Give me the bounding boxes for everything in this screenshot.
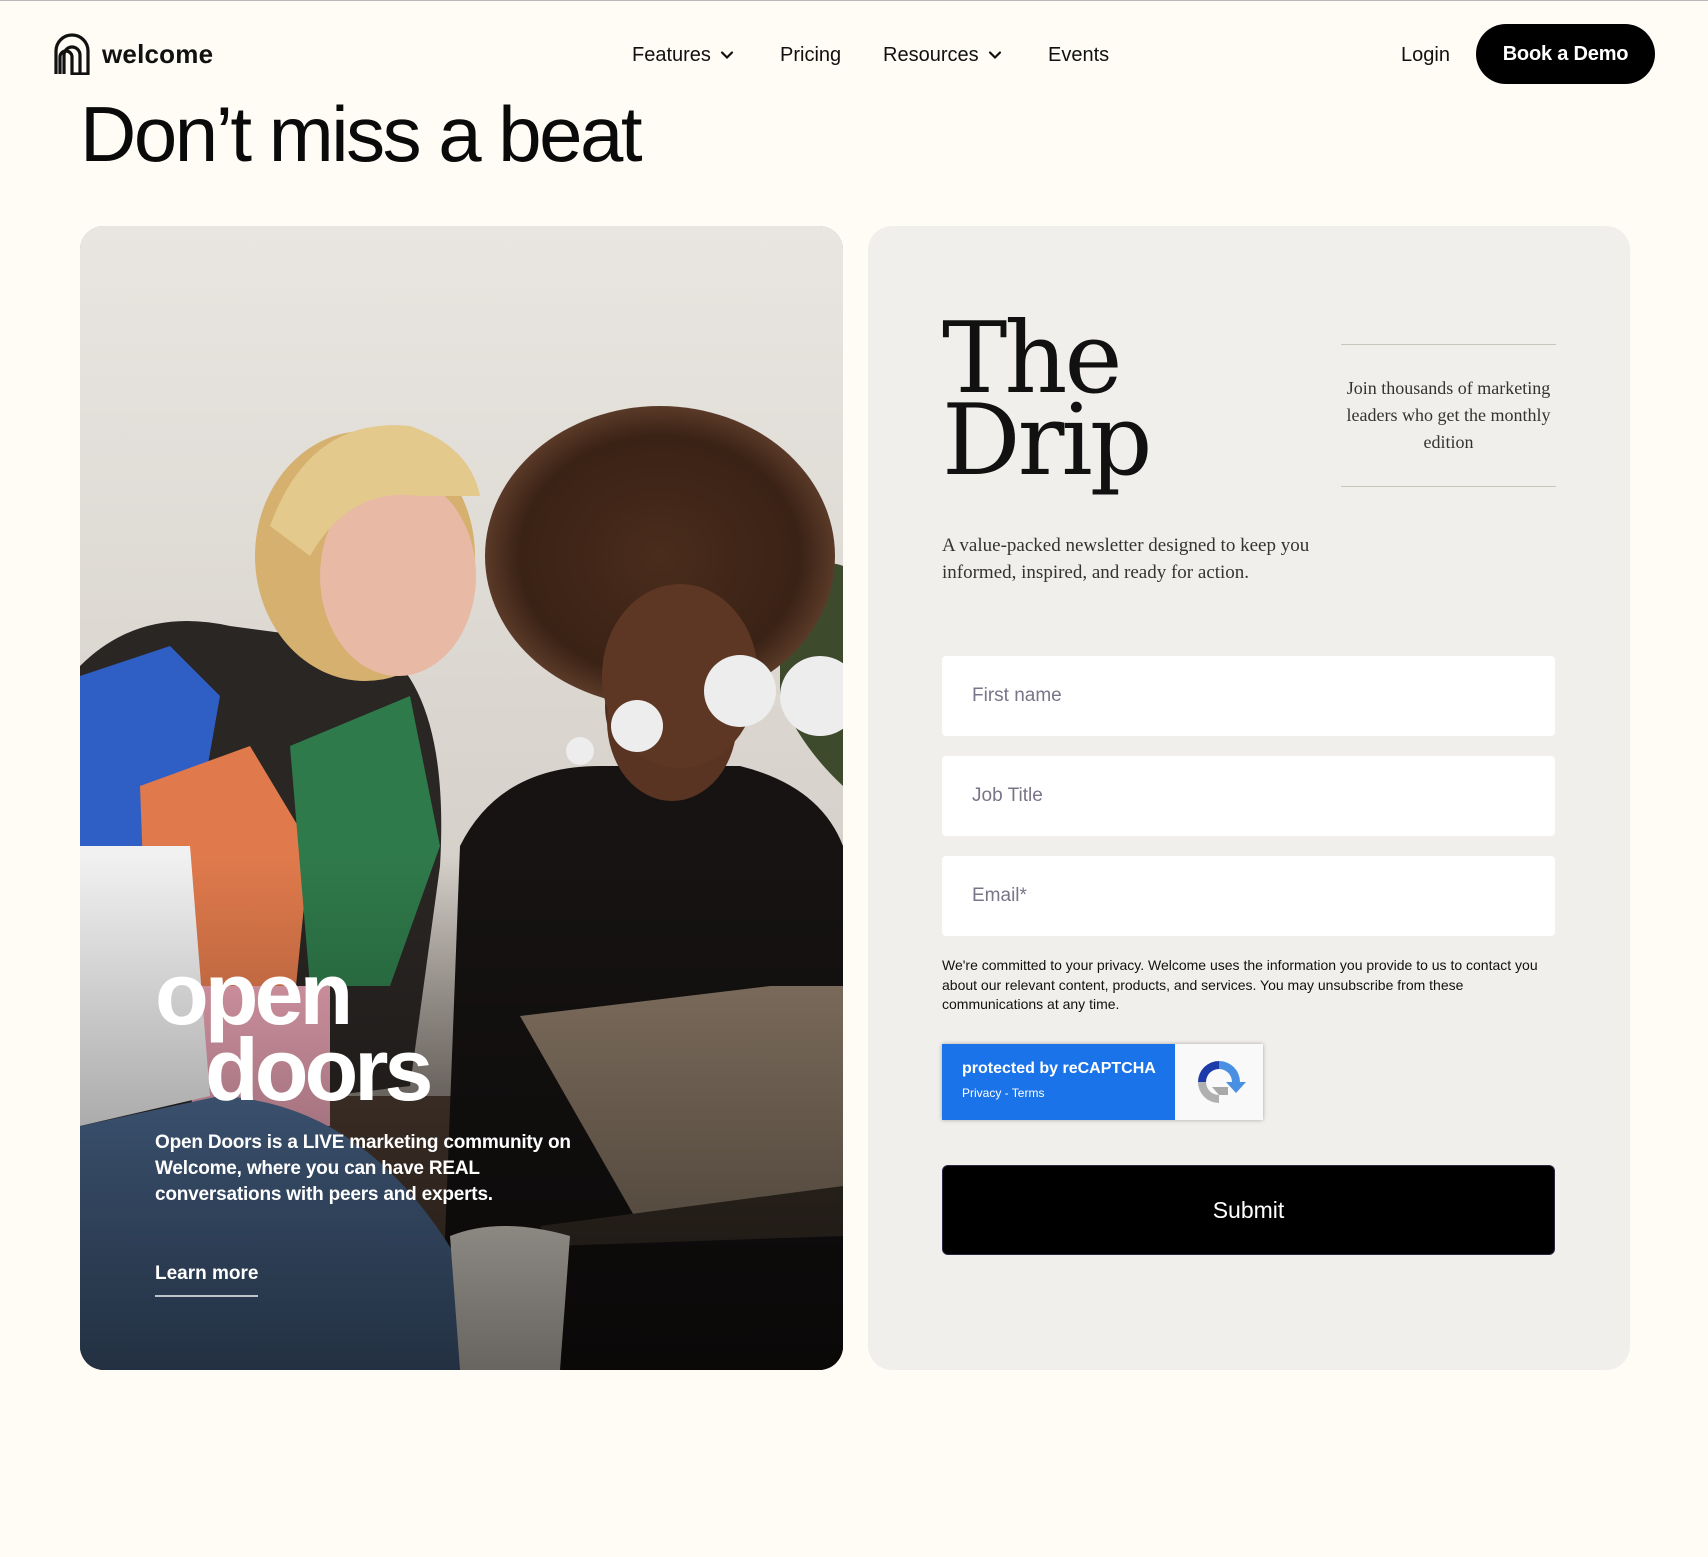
privacy-notice: We're committed to your privacy. Welcome… bbox=[942, 957, 1538, 1012]
recaptcha-label-panel: protected by reCAPTCHA Privacy - Terms bbox=[942, 1044, 1175, 1120]
recaptcha-privacy-terms-links[interactable]: Privacy - Terms bbox=[962, 1086, 1175, 1100]
newsletter-title: The Drip bbox=[942, 310, 1152, 498]
newsletter-title-line2: Drip bbox=[942, 384, 1152, 498]
recaptcha-logo-icon bbox=[1198, 1061, 1246, 1103]
recaptcha-title: protected by reCAPTCHA bbox=[962, 1060, 1156, 1077]
nav-events[interactable]: Events bbox=[1048, 37, 1109, 73]
login-link[interactable]: Login bbox=[1401, 37, 1450, 73]
open-doors-promo-card: open doors Open Doors is a LIVE marketin… bbox=[80, 226, 843, 1370]
nav-pricing[interactable]: Pricing bbox=[780, 37, 841, 73]
newsletter-signup-card: The Drip Join thousands of marketing lea… bbox=[868, 226, 1630, 1370]
newsletter-description: A value-packed newsletter designed to ke… bbox=[942, 535, 1310, 583]
nav-features[interactable]: Features bbox=[632, 37, 735, 73]
recaptcha-badge[interactable]: protected by reCAPTCHA Privacy - Terms bbox=[942, 1044, 1263, 1120]
newsletter-tagline: Join thousands of marketing leaders who … bbox=[1341, 344, 1556, 487]
open-doors-heading-line2: doors bbox=[205, 1020, 433, 1119]
nav-pricing-label: Pricing bbox=[780, 43, 842, 66]
recaptcha-logo-panel bbox=[1175, 1044, 1263, 1120]
learn-more-link[interactable]: Learn more bbox=[155, 1263, 259, 1297]
nav-features-label: Features bbox=[632, 43, 711, 66]
nav-resources[interactable]: Resources bbox=[883, 37, 1003, 73]
email-field[interactable] bbox=[942, 856, 1555, 936]
page-title: Don’t miss a beat bbox=[80, 90, 643, 178]
first-name-field[interactable] bbox=[942, 656, 1555, 736]
nav-events-label: Events bbox=[1048, 43, 1110, 66]
open-doors-description: Open Doors is a LIVE marketing community… bbox=[155, 1132, 571, 1205]
main-nav: Features Pricing Resources Events bbox=[0, 37, 1708, 73]
job-title-field[interactable] bbox=[942, 756, 1555, 836]
book-demo-button[interactable]: Book a Demo bbox=[1476, 24, 1655, 84]
open-doors-heading: open doors bbox=[155, 950, 433, 1119]
chevron-down-icon bbox=[988, 51, 1001, 60]
nav-resources-label: Resources bbox=[883, 43, 979, 66]
chevron-down-icon bbox=[720, 51, 734, 60]
submit-button[interactable]: Submit bbox=[942, 1165, 1555, 1255]
